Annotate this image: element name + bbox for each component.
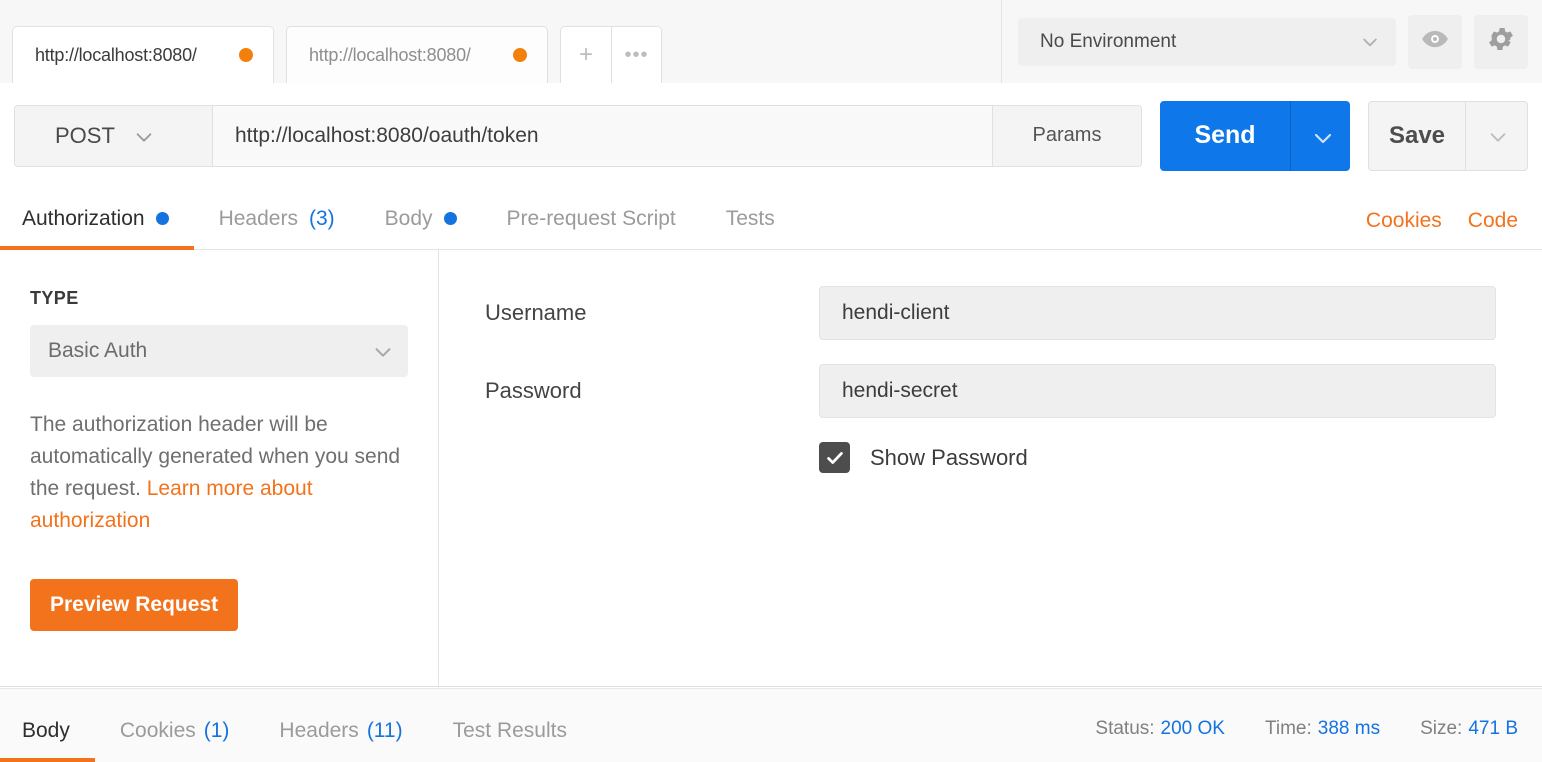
http-method-label: POST <box>55 122 115 148</box>
chevron-down-icon <box>133 126 153 146</box>
request-tab-1[interactable]: http://localhost:8080/ <box>12 26 274 83</box>
type-heading: TYPE <box>30 288 79 308</box>
request-tab-2-label: http://localhost:8080/ <box>309 44 471 65</box>
auth-type-selected-label: Basic Auth <box>48 339 148 362</box>
status-label: Status: <box>1095 718 1155 739</box>
body-active-dot-icon <box>443 212 457 225</box>
environment-selected-label: No Environment <box>1040 30 1177 52</box>
save-options-button[interactable] <box>1465 101 1527 170</box>
show-password-row[interactable]: Show Password <box>819 442 1496 473</box>
authorization-type-panel: TYPE Basic Auth The authorization header… <box>0 250 439 686</box>
request-tabs-right-links: Cookies Code <box>1366 209 1542 249</box>
authorization-panel: TYPE Basic Auth The authorization header… <box>0 250 1542 687</box>
environment-area: No Environment <box>1002 0 1542 83</box>
response-tab-cookies-count: (1) <box>203 719 230 742</box>
response-tab-body-label: Body <box>22 719 70 742</box>
send-group: Send <box>1160 100 1350 171</box>
response-tab-headers-label: Headers <box>279 719 359 742</box>
ellipsis-icon[interactable]: ••• <box>611 27 661 83</box>
size-value: 471 B <box>1468 718 1518 739</box>
url-input[interactable]: http://localhost:8080/oauth/token <box>213 105 993 166</box>
tab-body[interactable]: Body <box>360 188 482 249</box>
tab-headers-label: Headers <box>218 206 298 230</box>
size-label: Size: <box>1420 718 1463 739</box>
request-tab-2[interactable]: http://localhost:8080/ <box>286 26 548 83</box>
request-bar: POST http://localhost:8080/oauth/token P… <box>0 83 1542 188</box>
authorization-description: The authorization header will be automat… <box>30 409 408 537</box>
url-group: POST http://localhost:8080/oauth/token P… <box>14 104 1142 167</box>
show-password-checkbox[interactable] <box>819 442 850 473</box>
time-value: 388 ms <box>1317 718 1381 739</box>
size-meta: Size: 471 B <box>1420 718 1518 740</box>
username-label: Username <box>485 300 587 325</box>
time-meta: Time: 388 ms <box>1265 718 1380 740</box>
tab-authorization-label: Authorization <box>22 206 145 230</box>
auth-type-selector[interactable]: Basic Auth <box>30 325 408 377</box>
save-group: Save <box>1368 100 1528 171</box>
status-value: 200 OK <box>1160 718 1225 739</box>
authorization-active-dot-icon <box>155 212 169 225</box>
chevron-down-icon <box>1311 126 1331 146</box>
save-button[interactable]: Save <box>1369 102 1465 170</box>
environment-selector[interactable]: No Environment <box>1018 17 1396 66</box>
unsaved-indicator-icon <box>239 48 253 62</box>
response-bar: Body Cookies (1) Headers (11) Test Resul… <box>0 688 1542 762</box>
eye-icon <box>1421 25 1449 58</box>
show-password-label: Show Password <box>870 444 1028 470</box>
tab-authorization[interactable]: Authorization <box>0 188 194 250</box>
unsaved-indicator-icon <box>513 48 527 62</box>
username-input[interactable]: hendi-client <box>819 286 1496 340</box>
chevron-down-icon <box>372 341 392 361</box>
http-method-selector[interactable]: POST <box>15 105 213 166</box>
tab-headers-count: (3) <box>308 206 335 230</box>
top-bar: http://localhost:8080/ http://localhost:… <box>0 0 1542 83</box>
tab-pre-request-script-label: Pre-request Script <box>506 206 676 230</box>
response-tab-headers[interactable]: Headers (11) <box>254 700 427 762</box>
chevron-down-icon <box>1487 126 1507 146</box>
password-row: Password hendi-secret <box>485 364 1496 418</box>
cookies-link[interactable]: Cookies <box>1366 209 1442 233</box>
request-tab-1-label: http://localhost:8080/ <box>35 44 197 65</box>
tab-tests[interactable]: Tests <box>701 188 800 249</box>
basic-auth-form: Username hendi-client Password hendi-sec… <box>439 250 1542 686</box>
tab-body-label: Body <box>384 206 433 230</box>
response-tab-headers-count: (11) <box>366 719 403 742</box>
password-label: Password <box>485 378 582 403</box>
gear-icon <box>1486 24 1516 59</box>
tab-actions-group: + ••• <box>560 26 662 83</box>
send-button[interactable]: Send <box>1160 100 1290 171</box>
response-tab-cookies[interactable]: Cookies (1) <box>95 700 255 762</box>
response-meta: Status: 200 OK Time: 388 ms Size: 471 B <box>1095 718 1542 762</box>
chevron-down-icon <box>1360 32 1380 52</box>
response-tab-test-results-label: Test Results <box>452 719 567 742</box>
status-meta: Status: 200 OK <box>1095 718 1225 740</box>
code-link[interactable]: Code <box>1468 209 1518 233</box>
time-label: Time: <box>1264 718 1312 739</box>
response-tabs: Body Cookies (1) Headers (11) Test Resul… <box>0 688 592 762</box>
response-tab-cookies-label: Cookies <box>119 719 196 742</box>
tab-pre-request-script[interactable]: Pre-request Script <box>482 188 701 249</box>
environment-quick-look-button[interactable] <box>1408 14 1462 69</box>
request-section-tabs: Authorization Headers (3) Body Pre-reque… <box>0 188 1542 250</box>
tab-tests-label: Tests <box>725 206 775 230</box>
response-tab-body[interactable]: Body <box>0 700 95 762</box>
username-row: Username hendi-client <box>485 286 1496 340</box>
params-button[interactable]: Params <box>993 105 1141 166</box>
plus-icon[interactable]: + <box>561 27 611 83</box>
tab-headers[interactable]: Headers (3) <box>194 188 360 249</box>
preview-request-button[interactable]: Preview Request <box>30 578 239 631</box>
send-options-button[interactable] <box>1290 100 1350 171</box>
password-input[interactable]: hendi-secret <box>819 364 1496 418</box>
settings-button[interactable] <box>1474 14 1528 69</box>
request-tab-strip: http://localhost:8080/ http://localhost:… <box>0 0 1002 83</box>
response-tab-test-results[interactable]: Test Results <box>428 700 592 762</box>
